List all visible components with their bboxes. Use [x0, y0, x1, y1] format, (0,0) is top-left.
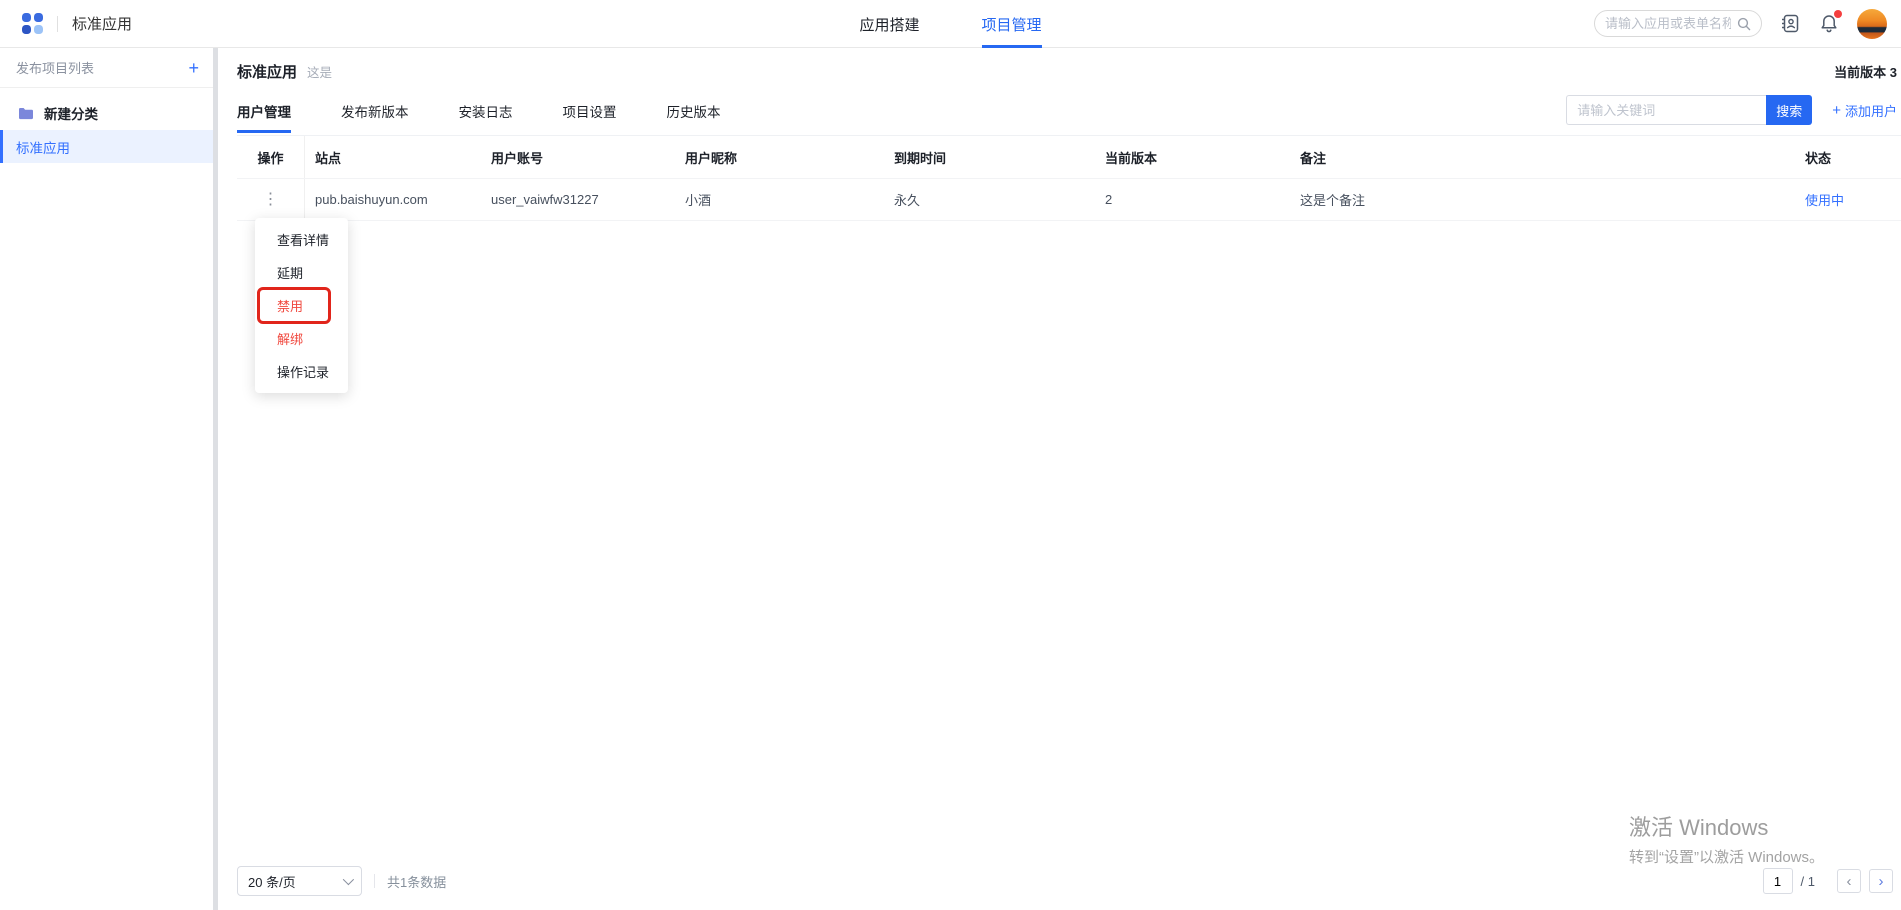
windows-watermark: 激活 Windows 转到“设置”以激活 Windows。: [1629, 810, 1824, 867]
notification-badge: [1834, 10, 1842, 18]
prev-page-button[interactable]: ‹: [1837, 869, 1861, 893]
user-avatar[interactable]: [1857, 9, 1887, 39]
app-logo-icon: [22, 13, 43, 34]
tab-install-log[interactable]: 安装日志: [459, 95, 513, 133]
sidebar-item-project[interactable]: 标准应用: [0, 130, 213, 163]
nav-tab-app-build[interactable]: 应用搭建: [859, 0, 919, 48]
tab-user-management[interactable]: 用户管理: [237, 95, 291, 133]
sidebar-category-label: 新建分类: [44, 103, 98, 123]
column-header-remark: 备注: [1290, 148, 1795, 167]
menu-item-view-details[interactable]: 查看详情: [255, 223, 348, 256]
global-search-input[interactable]: [1605, 16, 1731, 31]
add-project-button[interactable]: +: [188, 59, 199, 77]
app-shell: 发布项目列表 + 新建分类 标准应用 标准应用 这是 当前版本 3 用户管理 发…: [0, 48, 1901, 910]
page-size-label: 20 条/页: [248, 872, 296, 891]
page-number-input[interactable]: [1763, 868, 1793, 894]
chevron-right-icon: ›: [1879, 874, 1884, 889]
top-nav: 应用搭建 项目管理: [859, 0, 1041, 48]
top-header: 标准应用 应用搭建 项目管理: [0, 0, 1901, 48]
sidebar: 发布项目列表 + 新建分类 标准应用: [0, 48, 213, 910]
menu-item-extend[interactable]: 延期: [255, 256, 348, 289]
content-tabbar: 用户管理 发布新版本 安装日志 项目设置 历史版本 搜索 + 添加用户: [237, 95, 1901, 135]
cell-site: pub.baishuyun.com: [305, 192, 481, 207]
chevron-left-icon: ‹: [1847, 874, 1852, 889]
table-row: ⋮ pub.baishuyun.com user_vaiwfw31227 小酒 …: [237, 179, 1901, 221]
menu-item-disable[interactable]: 禁用: [255, 289, 348, 322]
tab-tools: 搜索 + 添加用户: [1566, 95, 1901, 125]
cell-remark: 这是个备注: [1290, 190, 1795, 209]
cell-nickname: 小酒: [675, 190, 884, 209]
column-header-version: 当前版本: [1095, 148, 1290, 167]
table-footer: 20 条/页 共1条数据 / 1 ‹ ›: [237, 865, 1893, 897]
cell-account: user_vaiwfw31227: [481, 192, 675, 207]
main-content: 标准应用 这是 当前版本 3 用户管理 发布新版本 安装日志 项目设置 历史版本…: [218, 48, 1901, 910]
watermark-line1: 激活 Windows: [1629, 810, 1824, 842]
next-page-button[interactable]: ›: [1869, 869, 1893, 893]
sidebar-title: 发布项目列表: [16, 58, 94, 77]
current-version-label: 当前版本 3: [1834, 62, 1897, 81]
search-icon: [1737, 17, 1751, 31]
total-count: 共1条数据: [387, 872, 446, 891]
page-size-select[interactable]: 20 条/页: [237, 866, 362, 896]
tab-project-settings[interactable]: 项目设置: [563, 95, 617, 133]
search-button[interactable]: 搜索: [1766, 95, 1812, 125]
column-header-actions: 操作: [237, 136, 305, 178]
sidebar-category[interactable]: 新建分类: [0, 96, 213, 130]
pager: / 1 ‹ ›: [1763, 868, 1893, 894]
column-header-nickname: 用户昵称: [675, 148, 884, 167]
folder-icon: [18, 107, 34, 120]
nav-tab-project-manage[interactable]: 项目管理: [982, 0, 1042, 48]
tab-publish-version[interactable]: 发布新版本: [341, 95, 409, 133]
header-divider: [57, 16, 58, 32]
add-user-button[interactable]: + 添加用户: [1832, 101, 1897, 120]
add-user-label: 添加用户: [1845, 101, 1897, 120]
header-actions: [1594, 9, 1887, 39]
sidebar-item-label: 标准应用: [16, 137, 70, 157]
page-total: / 1: [1801, 874, 1815, 889]
page-title: 标准应用: [237, 61, 297, 82]
row-actions-cell: ⋮: [237, 179, 305, 220]
column-header-site: 站点: [305, 148, 481, 167]
cell-expire: 永久: [884, 190, 1095, 209]
app-title: 标准应用: [72, 13, 132, 34]
table-header-row: 操作 站点 用户账号 用户昵称 到期时间 当前版本 备注 状态: [237, 136, 1901, 179]
global-search: [1594, 10, 1762, 37]
page-header: 标准应用 这是 当前版本 3: [218, 48, 1901, 95]
contacts-icon[interactable]: [1780, 13, 1801, 34]
column-header-expire: 到期时间: [884, 148, 1095, 167]
watermark-line2: 转到“设置”以激活 Windows。: [1629, 846, 1824, 867]
menu-item-operation-log[interactable]: 操作记录: [255, 355, 348, 388]
page-subtitle: 这是: [307, 62, 332, 81]
user-table: 操作 站点 用户账号 用户昵称 到期时间 当前版本 备注 状态 ⋮ pub.ba…: [237, 135, 1901, 221]
status-link[interactable]: 使用中: [1805, 193, 1844, 208]
tab-history-versions[interactable]: 历史版本: [667, 95, 721, 133]
menu-item-unbind[interactable]: 解绑: [255, 322, 348, 355]
cell-version: 2: [1095, 192, 1290, 207]
notifications-icon[interactable]: [1819, 13, 1839, 34]
more-icon[interactable]: ⋮: [263, 192, 279, 208]
sidebar-header: 发布项目列表 +: [0, 48, 213, 88]
column-header-status: 状态: [1795, 148, 1901, 167]
chevron-down-icon: [343, 874, 354, 885]
plus-icon: +: [1832, 102, 1841, 119]
keyword-input[interactable]: [1566, 95, 1766, 125]
context-menu: 查看详情 延期 禁用 解绑 操作记录: [255, 218, 348, 393]
footer-divider: [374, 874, 375, 888]
column-header-account: 用户账号: [481, 148, 675, 167]
menu-item-disable-label: 禁用: [277, 296, 303, 315]
